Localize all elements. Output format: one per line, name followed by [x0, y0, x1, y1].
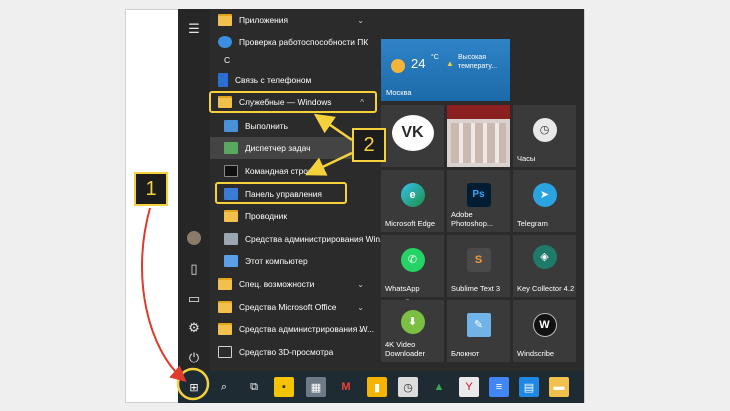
arrow-to-start — [141, 207, 187, 382]
highlight-start-circle — [176, 367, 210, 401]
arrow-to-cmd — [305, 151, 353, 176]
arrow-to-windows-tools — [313, 113, 353, 142]
annotation-arrows — [141, 113, 353, 401]
